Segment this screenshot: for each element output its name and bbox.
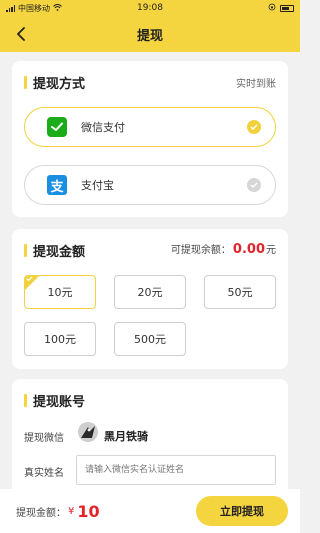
alipay-option[interactable]: 支 支付宝: [24, 165, 276, 205]
wifi-icon: [53, 3, 62, 13]
amount-option-10[interactable]: 10元: [24, 275, 96, 309]
withdraw-method-title: 提现方式: [24, 73, 85, 92]
check-unselected-icon: [247, 178, 261, 192]
amount-option-50[interactable]: 50元: [204, 275, 276, 309]
avatar: [78, 422, 98, 442]
status-left: 中国移动: [6, 3, 116, 14]
status-time: 19:08: [137, 3, 163, 13]
withdraw-now-button[interactable]: 立即提现: [196, 496, 288, 526]
real-name-input[interactable]: [76, 455, 276, 485]
amount-option-100[interactable]: 100元: [24, 322, 96, 356]
status-right: [184, 3, 294, 13]
wechat-pay-icon: [47, 117, 67, 137]
balance-row: 可提现余额： 0.00 元: [171, 241, 276, 257]
balance-unit: 元: [266, 245, 276, 256]
withdraw-account-title: 提现账号: [24, 391, 85, 410]
carrier-name: 中国移动: [18, 3, 50, 13]
realtime-hint: 实时到账: [236, 79, 276, 90]
balance-label: 可提现余额：: [170, 245, 231, 256]
status-bar: 中国移动 19:08: [0, 0, 300, 16]
amount-option-500[interactable]: 500元: [114, 322, 186, 356]
withdraw-amount-card: 提现金额 可提现余额： 0.00 元 10元 20元 50元 100元 500元: [12, 229, 288, 369]
chevron-left-icon: [17, 27, 25, 41]
amount-label: 500元: [134, 333, 166, 346]
currency-symbol: ¥: [68, 505, 75, 517]
bottom-bar: 提现金额： ¥ 10 立即提现: [0, 489, 300, 533]
bottom-amount-label: 提现金额：: [16, 507, 66, 519]
signal-icon: [6, 4, 15, 12]
wechat-pay-option[interactable]: 微信支付: [24, 107, 276, 147]
wechat-account-label: 提现微信: [24, 433, 64, 444]
nav-bar: 提现: [0, 16, 300, 52]
page-title: 提现: [136, 28, 163, 44]
battery-icon: [280, 4, 294, 12]
amount-label: 50元: [227, 286, 253, 299]
wechat-nickname: 黑月铁骑: [104, 430, 148, 443]
corner-check-icon: [26, 276, 33, 282]
alipay-icon: 支: [47, 175, 67, 195]
withdraw-account-card: 提现账号 提现微信 黑月铁骑 真实姓名: [12, 379, 288, 499]
balance-value: 0.00: [232, 242, 265, 257]
amount-option-20[interactable]: 20元: [114, 275, 186, 309]
back-button[interactable]: [12, 25, 30, 43]
withdraw-amount-title: 提现金额: [24, 241, 85, 260]
check-selected-icon: [247, 120, 261, 134]
real-name-label: 真实姓名: [24, 468, 64, 479]
amount-label: 100元: [44, 333, 76, 346]
amount-label: 20元: [137, 286, 163, 299]
withdraw-method-card: 提现方式 实时到账 微信支付 支 支付宝: [12, 61, 288, 217]
bottom-amount-value: 10: [77, 501, 100, 521]
amount-label: 10元: [47, 286, 73, 299]
lock-rotation-icon: [268, 3, 276, 13]
wechat-pay-label: 微信支付: [81, 121, 125, 134]
alipay-label: 支付宝: [81, 179, 114, 192]
